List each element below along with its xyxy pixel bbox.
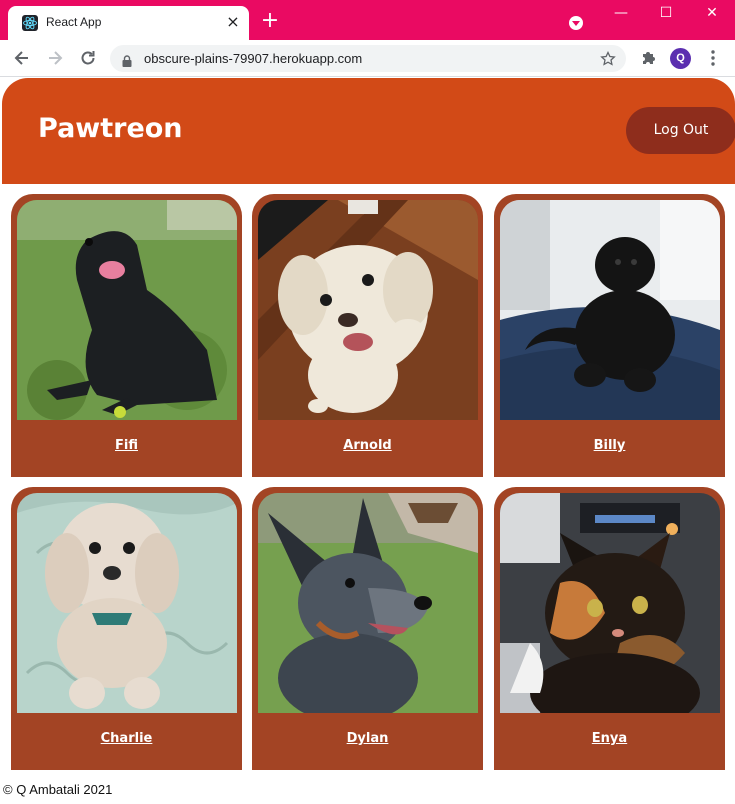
pet-name-link[interactable]: Enya [494,731,725,746]
white-fluffy-dog-photo [258,200,478,420]
maximize-button[interactable]: ☐ [651,2,681,24]
pet-card[interactable]: Enya [494,487,725,770]
footer-copyright: © Q Ambatali 2021 [3,782,113,797]
pet-card[interactable]: Charlie [11,487,242,770]
minimize-button[interactable]: — [606,2,636,24]
menu-dots-icon[interactable] [711,50,715,66]
pet-card[interactable]: Arnold [252,194,483,477]
cattle-dog-photo [258,493,478,713]
black-poodle-photo [500,200,720,420]
forward-arrow-icon[interactable] [45,48,65,68]
reload-icon[interactable] [78,48,98,68]
tab-close-icon[interactable]: × [224,13,242,31]
pet-name-link[interactable]: Fifi [11,438,242,453]
url-text: obscure-plains-79907.herokuapp.com [144,51,363,66]
react-logo-icon [22,15,38,31]
tortoiseshell-cat-photo [500,493,720,713]
black-dog-on-grass-photo [17,200,237,420]
pet-card[interactable]: Billy [494,194,725,477]
profile-avatar[interactable]: Q [670,48,691,69]
browser-tab[interactable]: React App × [8,6,249,40]
pet-name-link[interactable]: Charlie [11,731,242,746]
browser-tabstrip: React App × + — ☐ ✕ [0,0,735,40]
lock-icon [122,52,132,67]
app-header: Pawtreon Log Out [2,78,735,184]
close-window-button[interactable]: ✕ [697,2,727,24]
pet-name-link[interactable]: Dylan [252,731,483,746]
bookmark-star-icon[interactable] [600,50,616,67]
page-content: Pawtreon Log Out Fifi Arnold Billy Charl… [0,78,735,804]
extensions-puzzle-icon[interactable] [640,50,656,66]
address-bar[interactable]: obscure-plains-79907.herokuapp.com [110,45,626,72]
new-tab-button[interactable]: + [260,10,280,32]
logout-button[interactable]: Log Out [626,107,735,154]
pet-name-link[interactable]: Arnold [252,438,483,453]
browser-toolbar: obscure-plains-79907.herokuapp.com Q [0,40,735,77]
pet-card[interactable]: Fifi [11,194,242,477]
pet-name-link[interactable]: Billy [494,438,725,453]
brand-title: Pawtreon [38,113,183,144]
cream-fluffy-dog-photo [17,493,237,713]
tab-title: React App [46,15,102,29]
pet-card[interactable]: Dylan [252,487,483,770]
back-arrow-icon[interactable] [12,48,32,68]
tab-search-icon[interactable] [569,16,583,30]
